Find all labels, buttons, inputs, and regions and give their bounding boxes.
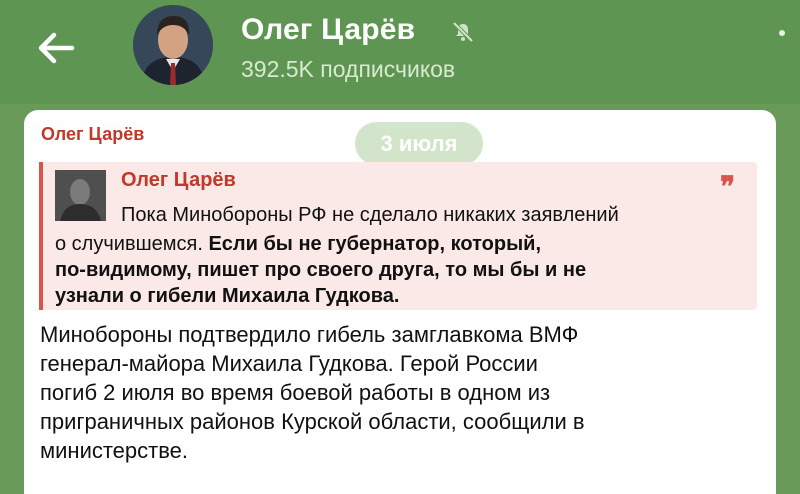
quote-line-2: о случившемся. Если бы не губернатор, ко… (55, 233, 541, 256)
channel-title: Олег Царёв (241, 13, 416, 46)
body-line-1: Минобороны подтвердило гибель замглавком… (40, 322, 579, 347)
body-line-5: министерстве. (40, 438, 189, 463)
muted-bell-icon (452, 21, 474, 43)
quote-line-2-plain: о случившемся. (55, 233, 209, 255)
quote-mark-icon: ❞ (720, 170, 736, 203)
quote-line-3-text: по-видимому, пишет про своего друга, то … (55, 259, 587, 281)
date-badge: 3 июля (355, 122, 483, 165)
channel-avatar[interactable] (133, 5, 213, 85)
quote-avatar (55, 170, 106, 221)
body-line-4: приграничных районов Курской области, со… (40, 409, 585, 434)
quote-line-4-text: узнали о гибели Михаила Гудкова. (55, 285, 400, 307)
subscriber-count: 392.5K подписчиков (241, 56, 456, 82)
quote-line-2-bold: Если бы не губернатор, который, (208, 233, 541, 255)
quote-author: Олег Царёв (121, 169, 236, 191)
quote-line-3: по-видимому, пишет про своего друга, то … (55, 259, 586, 282)
body-line-2: генерал-майора Михаила Гудкова. Герой Ро… (40, 351, 538, 376)
post-author[interactable]: Олег Царёв (41, 124, 144, 145)
quote-line-4: узнали о гибели Михаила Гудкова. (55, 285, 399, 308)
body-line-3: погиб 2 июля во время боевой работы в од… (40, 380, 551, 405)
quote-line-1: Пока Минобороны РФ не сделало никаких за… (121, 204, 619, 226)
back-arrow-icon[interactable] (36, 30, 76, 66)
more-options-icon[interactable] (776, 26, 788, 66)
